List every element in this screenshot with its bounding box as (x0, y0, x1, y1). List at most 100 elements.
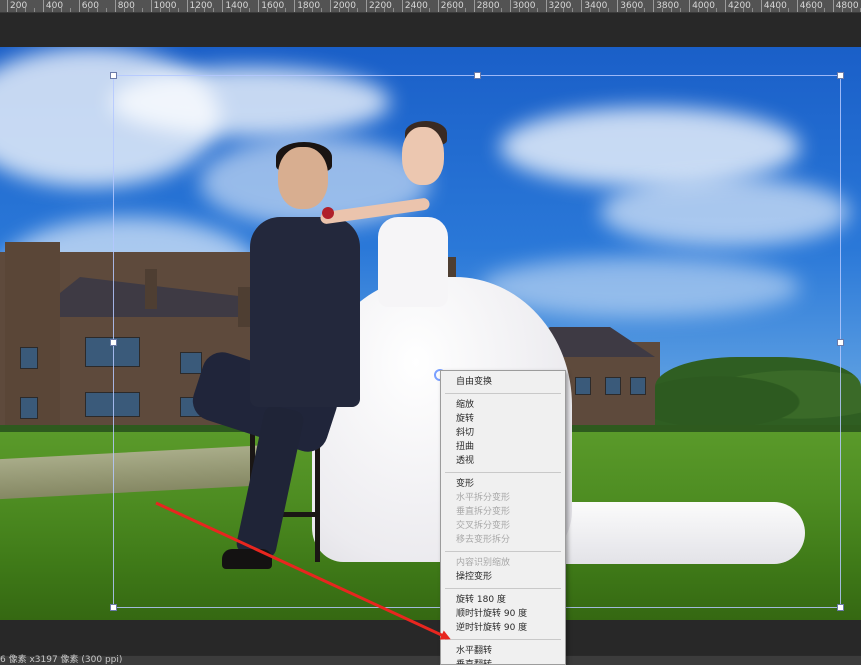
ruler-minor-tick (733, 8, 735, 12)
ruler-minor-tick (572, 8, 574, 12)
bride-head (402, 127, 444, 185)
ruler-minor-tick (348, 8, 350, 12)
menu-item[interactable]: 操控变形 (441, 570, 565, 584)
ruler-tick: 4800 (832, 0, 859, 12)
ruler-tick: 4400 (760, 0, 787, 12)
ruler-minor-tick (527, 8, 529, 12)
ruler-tick: 2200 (366, 0, 392, 12)
ruler-minor-tick (168, 8, 170, 12)
ruler-tick-label: 3200 (548, 1, 572, 11)
ruler-tick: 1800 (294, 0, 320, 12)
ruler-tick: 4200 (725, 0, 751, 12)
ruler-minor-tick (590, 8, 592, 12)
menu-separator (445, 588, 561, 589)
menu-separator (445, 551, 561, 552)
ruler-tick-label: 4200 (728, 1, 751, 11)
ruler-minor-tick (850, 8, 852, 12)
ruler-minor-tick (769, 8, 771, 12)
menu-item[interactable]: 垂直翻转 (441, 658, 565, 664)
ruler-minor-tick (33, 8, 35, 12)
ruler-tick: 400 (42, 0, 63, 12)
groom-head (278, 147, 328, 209)
ruler-tick: 1000 (150, 0, 177, 12)
ruler-minor-tick (680, 8, 682, 12)
menu-item[interactable]: 斜切 (441, 426, 565, 440)
menu-item[interactable]: 内容识别缩放 (441, 556, 565, 570)
ruler-minor-tick (716, 8, 718, 12)
document-size-info: 6 像素 x3197 像素 (300 ppi) (0, 655, 123, 665)
ruler-minor-tick (626, 8, 628, 12)
ruler-tick-label: 1400 (225, 1, 249, 11)
ruler-tick: 600 (78, 0, 99, 12)
ruler-minor-tick (635, 8, 637, 12)
menu-separator (445, 639, 561, 640)
ruler-minor-tick (491, 8, 493, 12)
transform-context-menu[interactable]: 自由变换缩放 旋转 斜切 扭曲 透视变形 水平拆分变形 垂直拆分变形 交叉拆分变形 移去变形拆分… (440, 370, 566, 665)
menu-item[interactable]: 移去变形拆分 (441, 533, 565, 547)
ruler-minor-tick (518, 8, 520, 12)
menu-item[interactable]: 旋转 (441, 412, 565, 426)
ruler-minor-tick (87, 8, 89, 12)
ruler-minor-tick (671, 8, 673, 12)
ruler-tick: 2400 (401, 0, 428, 12)
ruler-minor-tick (231, 8, 233, 12)
ruler-tick: 3000 (509, 0, 536, 12)
rose (322, 207, 334, 219)
menu-item[interactable]: 逆时针旋转 90 度 (441, 621, 565, 635)
ruler-tick: 3200 (545, 0, 571, 12)
ruler-tick-label: 1600 (261, 1, 285, 11)
ruler-minor-tick (204, 8, 206, 12)
workspace-bottom (0, 620, 861, 655)
menu-item[interactable]: 缩放 (441, 398, 565, 412)
ruler-tick: 4600 (796, 0, 823, 12)
groom-shoe (222, 549, 272, 569)
ruler-minor-tick (698, 8, 700, 12)
workspace-background (0, 13, 861, 47)
menu-item[interactable]: 水平拆分变形 (441, 491, 565, 505)
ruler-tick-label: 4600 (799, 1, 823, 11)
ruler-minor-tick (339, 8, 341, 12)
ruler-minor-tick (177, 8, 179, 12)
ruler-minor-tick (249, 8, 251, 12)
menu-item[interactable]: 顺时针旋转 90 度 (441, 607, 565, 621)
menu-item[interactable]: 垂直拆分变形 (441, 505, 565, 519)
status-bar: 6 像素 x3197 像素 (300 ppi) (0, 655, 861, 665)
ruler-tick: 1200 (186, 0, 212, 12)
ruler-minor-tick (608, 8, 610, 12)
ruler-minor-tick (859, 8, 861, 12)
ruler-minor-tick (276, 8, 278, 12)
menu-item[interactable]: 透视 (441, 454, 565, 468)
menu-separator (445, 472, 561, 473)
ruler-tick-label: 3800 (656, 1, 680, 11)
ruler-tick-label: 2200 (369, 1, 392, 11)
groom-suit (250, 217, 360, 407)
ruler-minor-tick (751, 8, 753, 12)
menu-item[interactable]: 水平翻转 (441, 644, 565, 658)
ruler-tick-label: 2600 (440, 1, 464, 11)
ruler-minor-tick (419, 8, 421, 12)
ruler-tick: 2000 (330, 0, 356, 12)
ruler-minor-tick (662, 8, 664, 12)
ruler-minor-tick (285, 8, 287, 12)
horizontal-ruler[interactable]: 200 400 600 800 1000 1200 1400 1600 1800 2000 2200… (0, 0, 861, 13)
ruler-minor-tick (303, 8, 305, 12)
ruler-minor-tick (707, 8, 709, 12)
menu-item[interactable]: 自由变换 (441, 375, 565, 389)
ruler-minor-tick (814, 8, 816, 12)
ruler-minor-tick (357, 8, 359, 12)
menu-item[interactable]: 交叉拆分变形 (441, 519, 565, 533)
ruler-tick: 3400 (581, 0, 607, 12)
menu-item[interactable]: 旋转 180 度 (441, 593, 565, 607)
ruler-minor-tick (69, 8, 71, 12)
ruler-minor-tick (787, 8, 789, 12)
menu-item[interactable]: 扭曲 (441, 440, 565, 454)
ruler-tick-label: 4400 (763, 1, 787, 11)
ruler-minor-tick (455, 8, 457, 12)
ruler-minor-tick (159, 8, 161, 12)
ruler-minor-tick (213, 8, 215, 12)
ruler-tick-label: 3000 (512, 1, 536, 11)
dress-bodice (378, 217, 448, 307)
menu-item[interactable]: 变形 (441, 477, 565, 491)
ruler-minor-tick (105, 8, 107, 12)
document-canvas[interactable] (0, 47, 861, 620)
